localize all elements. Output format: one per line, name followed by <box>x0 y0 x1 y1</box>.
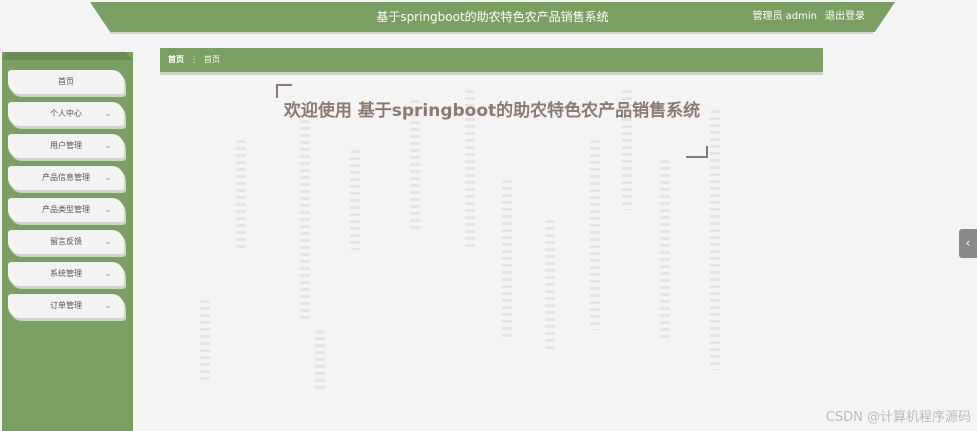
logout-link[interactable]: 退出登录 <box>825 2 865 32</box>
sidebar-item-label: 用户管理 <box>50 141 82 150</box>
sidebar-item-personal-center[interactable]: 个人中心 ⌄ <box>8 102 124 126</box>
breadcrumb-underline <box>160 72 823 75</box>
sidebar-item-product-type[interactable]: 产品类型管理 ⌄ <box>8 198 124 222</box>
watermark: CSDN @计算机程序源码 <box>825 410 971 425</box>
sidebar-menu: 首页 个人中心 ⌄ 用户管理 ⌄ 产品信息管理 ⌄ 产品类型管理 ⌄ 留言反馈 … <box>8 70 124 326</box>
chevron-down-icon: ⌄ <box>104 269 112 279</box>
sidebar-item-label: 产品类型管理 <box>42 205 90 214</box>
sidebar-item-feedback[interactable]: 留言反馈 ⌄ <box>8 230 124 254</box>
sidebar-item-label: 产品信息管理 <box>42 173 90 182</box>
breadcrumb: 首页 ⋮ 首页 <box>160 48 823 72</box>
top-header-bar: 基于springboot的助农特色农产品销售系统 管理员 admin 退出登录 <box>90 2 895 32</box>
user-area: 管理员 admin 退出登录 <box>752 2 865 32</box>
chevron-down-icon: ⌄ <box>104 109 112 119</box>
corner-bracket-bottom-right <box>686 146 708 158</box>
collapse-tab-chevron-left-icon[interactable]: ‹ <box>959 229 977 258</box>
admin-label: 管理员 admin <box>752 11 817 22</box>
sidebar-item-label: 个人中心 <box>50 109 82 118</box>
welcome-heading: 欢迎使用 基于springboot的助农特色农产品销售系统 <box>283 101 701 121</box>
welcome-panel: 欢迎使用 基于springboot的助农特色农产品销售系统 <box>272 84 712 160</box>
breadcrumb-separator: ⋮ <box>190 55 198 64</box>
sidebar-item-user-management[interactable]: 用户管理 ⌄ <box>8 134 124 158</box>
sidebar-item-system[interactable]: 系统管理 ⌄ <box>8 262 124 286</box>
chevron-down-icon: ⌄ <box>104 301 112 311</box>
sidebar-item-label: 首页 <box>58 77 74 86</box>
sidebar-item-label: 订单管理 <box>50 301 82 310</box>
sidebar-cap <box>2 52 133 60</box>
chevron-down-icon: ⌄ <box>104 173 112 183</box>
breadcrumb-current: 首页 <box>204 55 220 64</box>
chevron-down-icon: ⌄ <box>104 237 112 247</box>
sidebar-item-home[interactable]: 首页 <box>8 70 124 94</box>
sidebar-item-label: 留言反馈 <box>50 237 82 246</box>
chevron-down-icon: ⌄ <box>104 141 112 151</box>
sidebar-item-orders[interactable]: 订单管理 ⌄ <box>8 294 124 318</box>
sidebar-item-label: 系统管理 <box>50 269 82 278</box>
sidebar-item-product-info[interactable]: 产品信息管理 ⌄ <box>8 166 124 190</box>
chevron-down-icon: ⌄ <box>104 205 112 215</box>
breadcrumb-root[interactable]: 首页 <box>168 48 184 72</box>
